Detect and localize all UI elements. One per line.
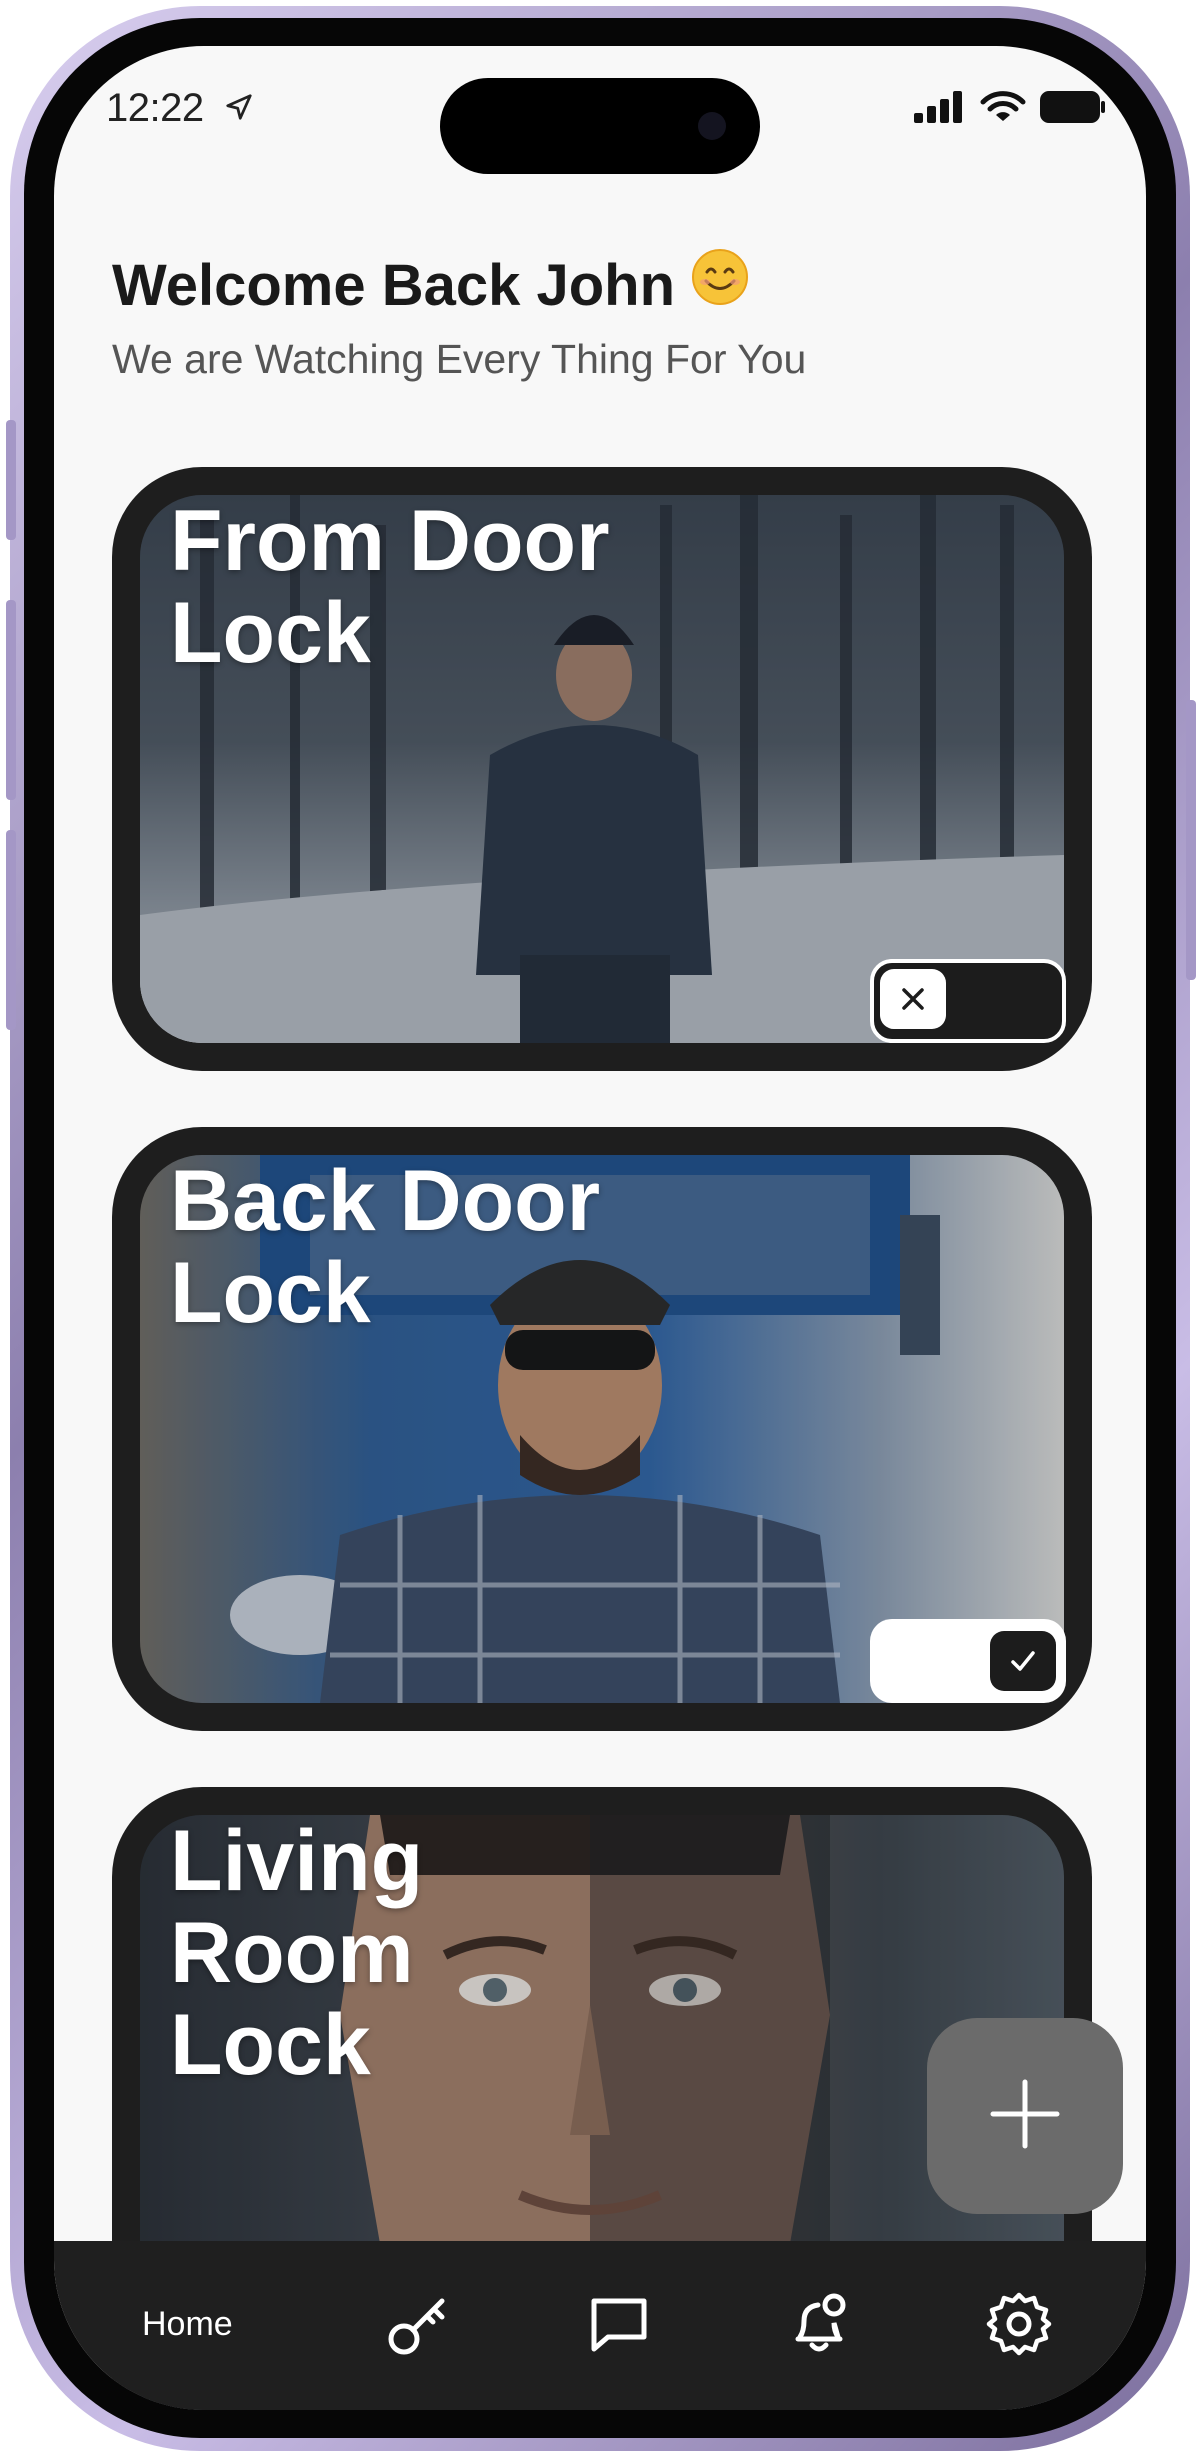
welcome-heading: Welcome Back John [112, 248, 749, 326]
action-button [6, 420, 16, 540]
notification-bell-icon[interactable] [784, 2289, 854, 2359]
wifi-icon [980, 90, 1026, 129]
lock-title-line: Room [170, 1905, 414, 2001]
lock-title-line: Lock [170, 585, 371, 681]
lock-title-line: Back Door [170, 1153, 601, 1249]
add-lock-button[interactable] [927, 2018, 1123, 2214]
lock-toggle-off[interactable] [870, 959, 1066, 1043]
cellular-signal-icon [914, 91, 966, 128]
lock-title-line: Lock [170, 1997, 371, 2093]
checkmark-icon [990, 1631, 1056, 1691]
lock-title-line: Lock [170, 1245, 371, 1341]
app-screen: 12:22 Welcome Back John We are Watching … [54, 46, 1146, 2410]
location-arrow-icon [224, 92, 254, 127]
chat-icon[interactable] [584, 2289, 654, 2359]
bottom-nav: Home [54, 2241, 1146, 2410]
smiling-face-emoji [691, 248, 749, 320]
welcome-subtitle: We are Watching Every Thing For You [112, 336, 807, 382]
welcome-text: Welcome Back John [112, 253, 676, 318]
lock-title-line: Living [170, 1813, 424, 1909]
plus-icon [985, 2074, 1065, 2159]
status-icons [914, 90, 1106, 129]
status-time: 12:22 [106, 86, 204, 130]
lock-title: Living Room Lock [170, 1815, 770, 2091]
lock-title-line: From Door [170, 493, 610, 589]
key-icon[interactable] [384, 2289, 454, 2359]
lock-card-back-door[interactable]: Back Door Lock [112, 1127, 1092, 1731]
power-button [1186, 700, 1196, 980]
close-icon [880, 969, 946, 1029]
dynamic-island [440, 78, 760, 174]
volume-up-button [6, 600, 16, 800]
settings-gear-icon[interactable] [984, 2289, 1054, 2359]
lock-card-front-door[interactable]: From Door Lock [112, 467, 1092, 1071]
nav-home[interactable]: Home [142, 2305, 233, 2344]
volume-down-button [6, 830, 16, 1030]
lock-title: Back Door Lock [170, 1155, 770, 1339]
front-camera [698, 112, 726, 140]
lock-toggle-on[interactable] [870, 1619, 1066, 1703]
lock-title: From Door Lock [170, 495, 770, 679]
battery-icon [1040, 91, 1106, 128]
status-bar: 12:22 [54, 46, 1146, 176]
